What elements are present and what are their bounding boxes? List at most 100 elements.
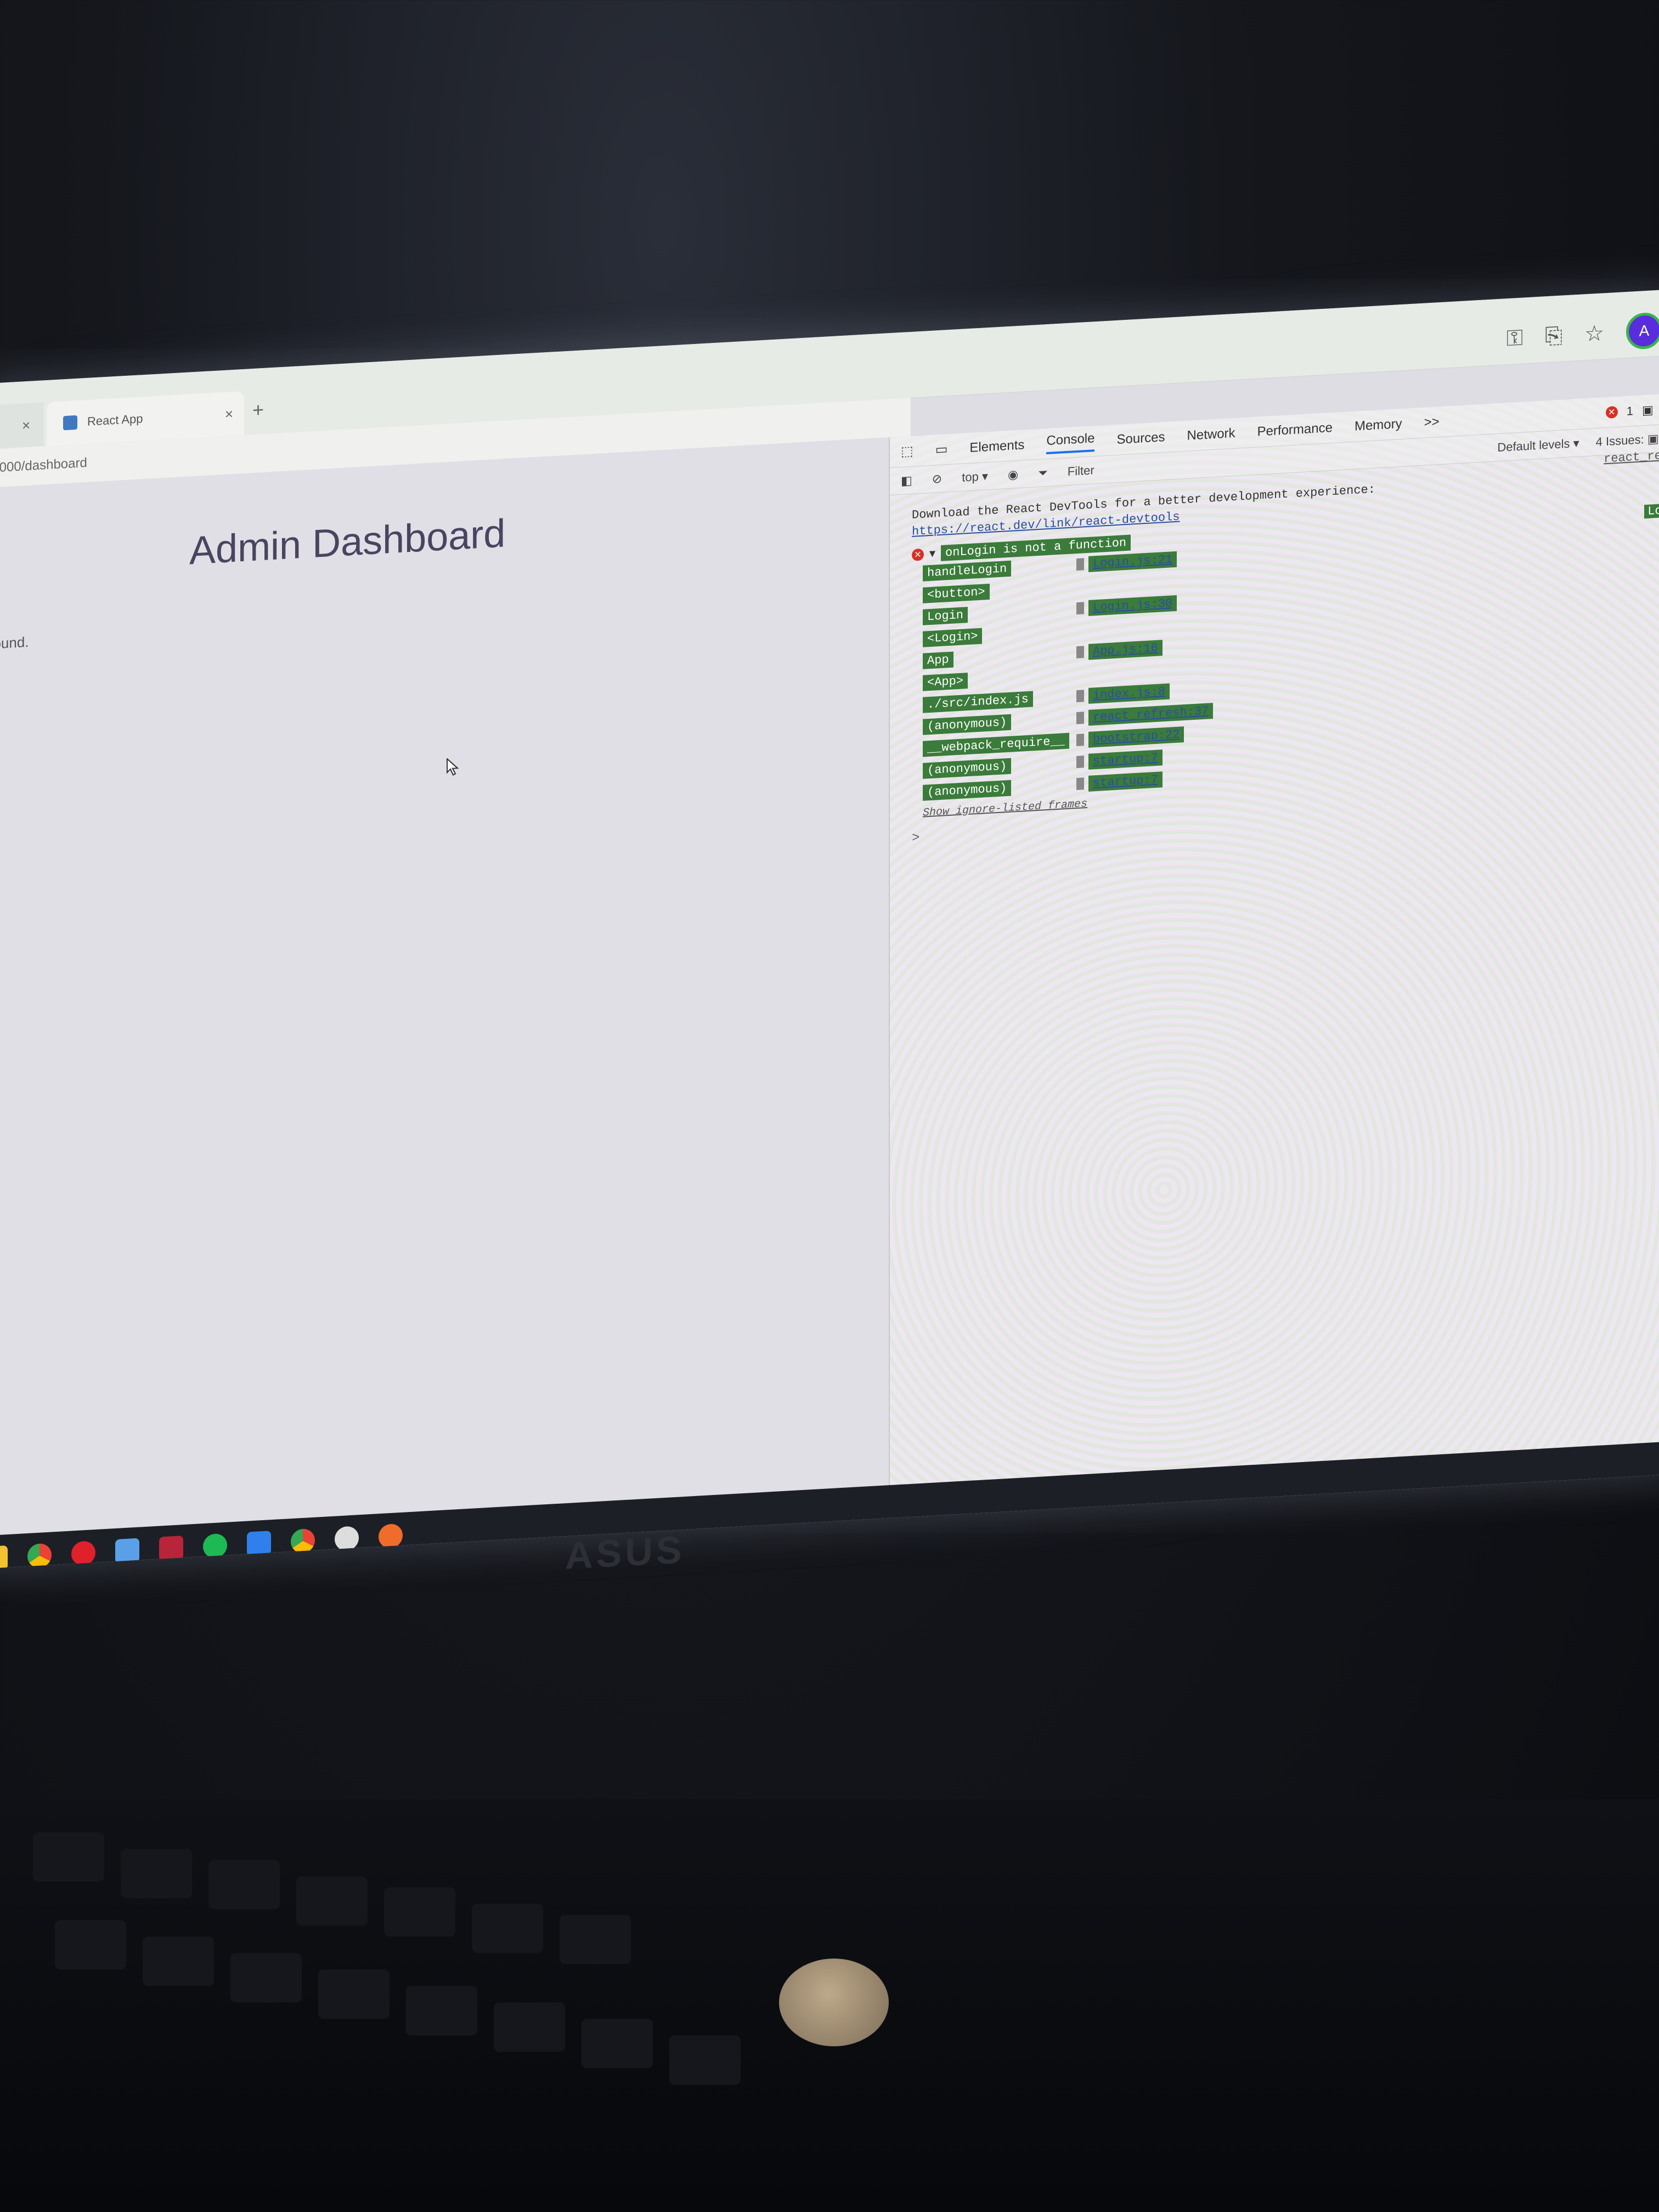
spotify-icon[interactable] bbox=[203, 1533, 227, 1559]
close-icon[interactable]: × bbox=[225, 405, 233, 423]
keyboard-key bbox=[296, 1876, 368, 1926]
system-tray: 31°C Mostly cloudy ⌃ ▣ ⊟ 🔊 ENG 3:44 am 2… bbox=[1185, 1503, 1650, 1568]
browser-actions: ⚿ ⎘ ☆ A bbox=[1506, 312, 1659, 357]
weather-cloud-icon[interactable] bbox=[1185, 1539, 1211, 1558]
frame-source-link[interactable]: bootstrap:22 bbox=[1088, 726, 1184, 748]
error-icon: ✕ bbox=[912, 548, 924, 561]
page-title: Admin Dashboard bbox=[189, 511, 506, 573]
notes-icon[interactable] bbox=[115, 1538, 139, 1564]
network-icon[interactable]: ⊟ bbox=[1459, 1523, 1473, 1543]
keyboard-key bbox=[472, 1904, 543, 1953]
new-tab-button[interactable]: + bbox=[252, 398, 264, 422]
monitor-screen: × React App × + ⚿ ⎘ ☆ A st:3000/dashboar… bbox=[0, 289, 1659, 1569]
filter-icon: ⏷ bbox=[1038, 465, 1048, 480]
message-icon: ▣ bbox=[1641, 402, 1654, 417]
error-icon: ✕ bbox=[1605, 405, 1618, 419]
ignore-list-icon[interactable] bbox=[1076, 755, 1084, 769]
live-expression-eye-icon[interactable]: ◉ bbox=[1008, 467, 1018, 482]
frame-source-link[interactable]: Login.js:30 bbox=[1088, 595, 1177, 616]
sidebar-toggle-icon[interactable]: ◧ bbox=[901, 473, 912, 488]
weather-description[interactable]: Mostly cloudy bbox=[1281, 1528, 1381, 1553]
keyboard-key bbox=[318, 1970, 390, 2019]
inspect-element-icon[interactable]: ⬚ bbox=[901, 443, 913, 460]
keyboard-key bbox=[208, 1860, 280, 1909]
vscode-icon[interactable] bbox=[247, 1531, 271, 1556]
monitor-brand-logo: ASUS bbox=[565, 1528, 685, 1577]
keyboard-key bbox=[143, 1937, 214, 1986]
tab-performance[interactable]: Performance bbox=[1257, 420, 1333, 439]
ignore-list-icon[interactable] bbox=[1076, 646, 1084, 659]
stack-trace: handleLogin Login.js:21 <button> Login L… bbox=[912, 521, 1659, 820]
keyboard-key bbox=[55, 1920, 126, 1970]
page-message: s found. bbox=[0, 633, 29, 653]
frame-source-link[interactable]: index.js:8 bbox=[1088, 683, 1170, 704]
explorer-icon[interactable] bbox=[0, 1545, 8, 1569]
keyboard-key bbox=[121, 1849, 192, 1898]
source-link-logi[interactable]: Logi bbox=[1644, 503, 1659, 519]
github-icon[interactable] bbox=[335, 1526, 359, 1551]
chrome-icon[interactable] bbox=[27, 1543, 52, 1568]
tab-console[interactable]: Console bbox=[1046, 430, 1095, 454]
clock-time: 3:44 am bbox=[1598, 1504, 1650, 1524]
close-icon[interactable]: × bbox=[22, 416, 30, 434]
react-favicon-icon bbox=[63, 415, 77, 431]
frame-source-link[interactable]: startup:7 bbox=[1088, 771, 1163, 792]
tab-sources[interactable]: Sources bbox=[1116, 430, 1165, 448]
browser-tab-previous[interactable]: × bbox=[0, 402, 44, 450]
tab-network[interactable]: Network bbox=[1187, 425, 1235, 443]
clear-console-icon[interactable]: ⊘ bbox=[932, 471, 942, 486]
error-warning-badge[interactable]: ✕ 1 ▣ 4 bbox=[1605, 402, 1659, 419]
meet-icon[interactable]: ▣ bbox=[1427, 1525, 1443, 1545]
ignore-list-icon[interactable] bbox=[1076, 602, 1084, 615]
keyboard-key bbox=[582, 2019, 653, 2068]
frame-function: handleLogin bbox=[923, 560, 1012, 582]
address-url: st:3000/dashboard bbox=[0, 455, 87, 476]
devtools-panel: ⬚ ▭ Elements Console Sources Network Per… bbox=[889, 393, 1659, 1519]
install-app-icon[interactable]: ⎘ bbox=[1545, 323, 1562, 349]
keyboard-key bbox=[33, 1832, 104, 1882]
ignore-list-icon[interactable] bbox=[1076, 733, 1084, 747]
tab-title: React App bbox=[87, 411, 143, 428]
password-key-icon[interactable]: ⚿ bbox=[1506, 325, 1523, 351]
page-viewport: Admin Dashboard s found. bbox=[0, 437, 889, 1569]
frame-function: (anonymous) bbox=[923, 780, 1012, 801]
console-output: react_ref Logi Download the React DevToo… bbox=[912, 449, 1659, 846]
more-tabs-icon[interactable]: >> bbox=[1424, 414, 1440, 431]
mouse-cursor-icon bbox=[439, 757, 459, 776]
language-indicator[interactable]: ENG bbox=[1527, 1519, 1562, 1539]
expand-triangle-icon[interactable]: ▾ bbox=[929, 546, 935, 561]
frame-function: ./src/index.js bbox=[923, 690, 1033, 713]
volume-icon[interactable]: 🔊 bbox=[1489, 1521, 1510, 1541]
clock-date: 26/08/2025 bbox=[1578, 1524, 1650, 1545]
frame-source-link[interactable]: Login.js:21 bbox=[1088, 551, 1177, 572]
frame-function: (anonymous) bbox=[923, 714, 1012, 735]
tab-elements[interactable]: Elements bbox=[969, 437, 1024, 456]
chrome-dev-icon[interactable] bbox=[291, 1528, 315, 1554]
frame-function: <Login> bbox=[923, 628, 983, 647]
ignore-list-icon[interactable] bbox=[1076, 712, 1084, 725]
context-selector[interactable]: top ▾ bbox=[962, 469, 988, 485]
opera-icon[interactable] bbox=[71, 1541, 95, 1566]
keyboard-key bbox=[406, 1986, 477, 2035]
frame-function: <App> bbox=[923, 672, 968, 691]
keyboard-key bbox=[230, 1953, 302, 2002]
ignore-list-icon[interactable] bbox=[1076, 777, 1084, 791]
app-icon[interactable] bbox=[159, 1536, 183, 1561]
clock[interactable]: 3:44 am 26/08/2025 bbox=[1579, 1503, 1650, 1547]
device-toolbar-icon[interactable]: ▭ bbox=[935, 441, 948, 458]
profile-avatar[interactable]: A bbox=[1626, 312, 1659, 351]
frame-source-link[interactable]: App.js:16 bbox=[1088, 639, 1163, 660]
postman-icon[interactable] bbox=[379, 1523, 403, 1549]
bookmark-star-icon[interactable]: ☆ bbox=[1584, 320, 1604, 347]
issues-label: 4 Issues: bbox=[1595, 432, 1644, 449]
log-levels-dropdown[interactable]: Default levels ▾ bbox=[1497, 436, 1579, 454]
tab-memory[interactable]: Memory bbox=[1355, 416, 1402, 434]
issues-button[interactable]: 4 Issues: ▣ 4 bbox=[1596, 431, 1659, 449]
ignore-list-icon[interactable] bbox=[1076, 690, 1084, 703]
weather-temp[interactable]: 31°C bbox=[1228, 1535, 1265, 1556]
keyboard-key bbox=[384, 1887, 455, 1937]
filter-input[interactable]: Filter bbox=[1068, 463, 1094, 479]
tray-overflow-chevron-icon[interactable]: ⌃ bbox=[1397, 1526, 1411, 1546]
ignore-list-icon[interactable] bbox=[1076, 558, 1084, 571]
frame-source-link[interactable]: startup:7 bbox=[1088, 749, 1163, 770]
